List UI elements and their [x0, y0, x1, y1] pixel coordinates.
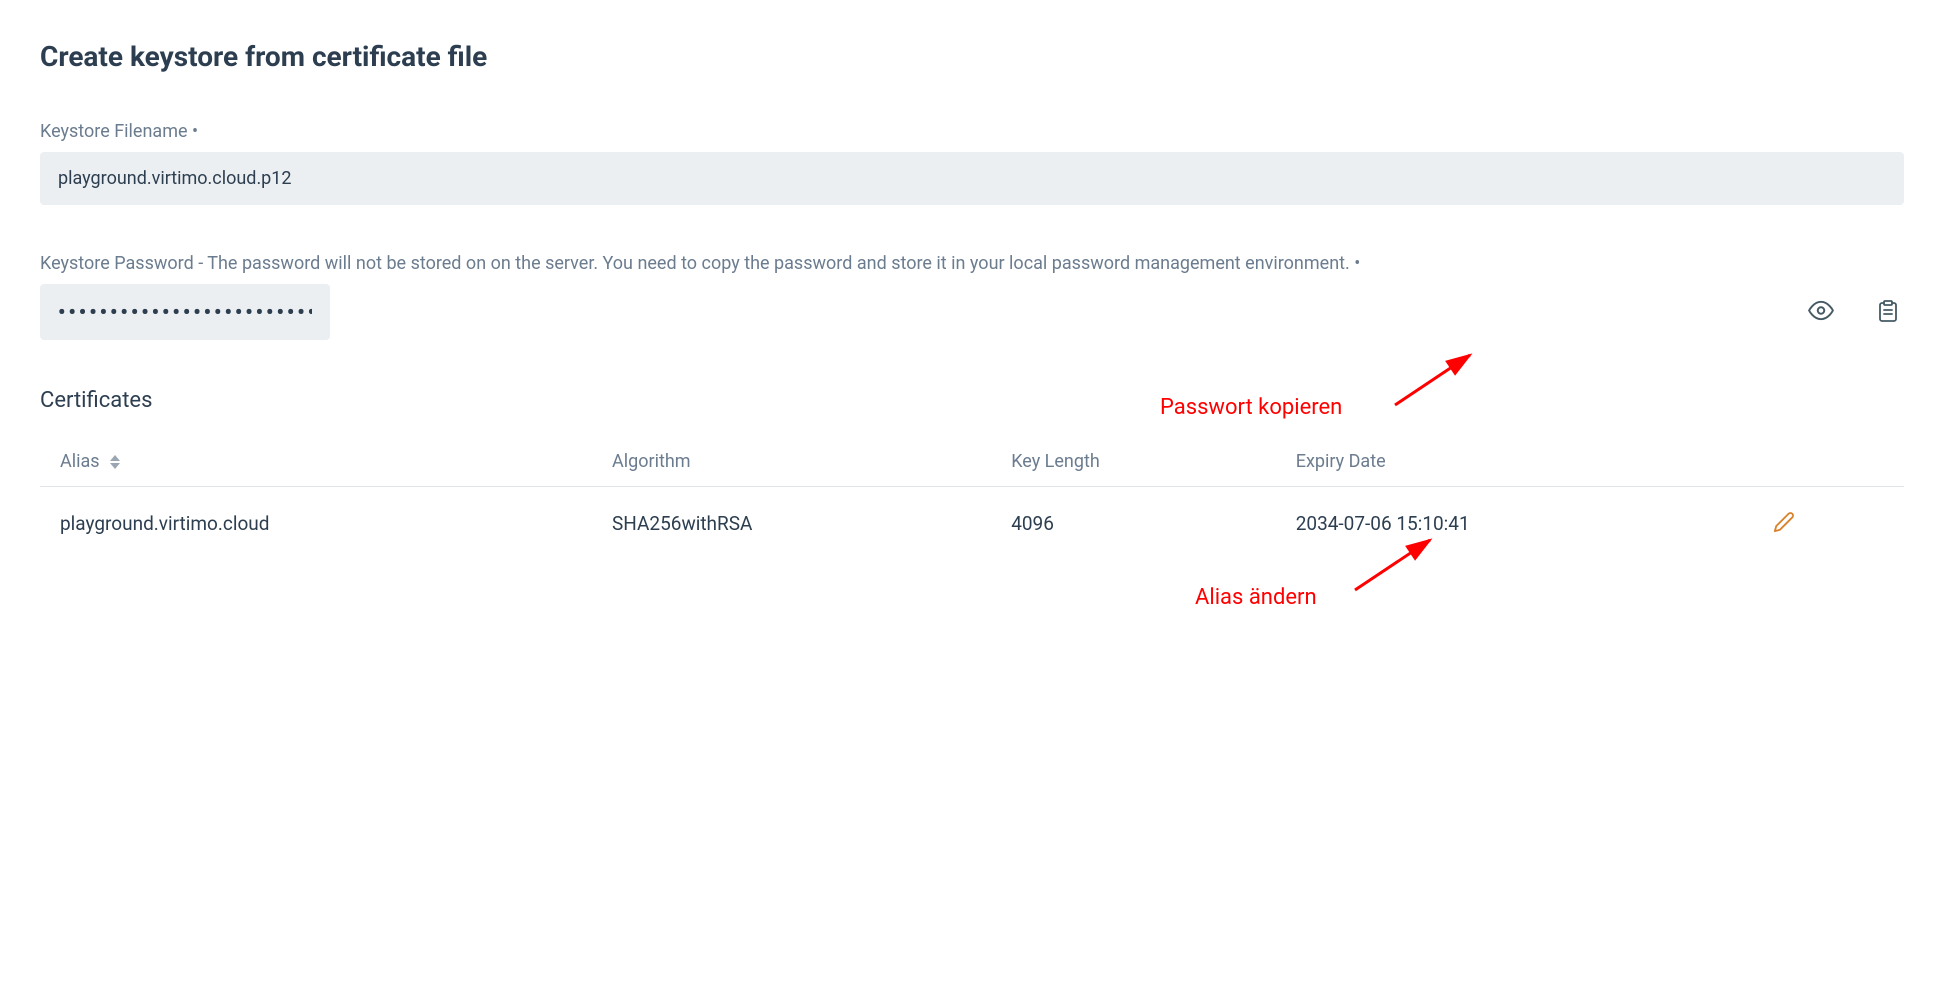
sort-icon — [110, 455, 120, 469]
column-header-actions — [1749, 437, 1904, 487]
password-label: Keystore Password - The password will no… — [40, 253, 1904, 274]
certificates-table: Alias Algorithm Key Length Expiry Date p… — [40, 437, 1904, 560]
annotation-edit-alias: Alias ändern — [1195, 585, 1317, 610]
edit-alias-button[interactable] — [1769, 507, 1799, 540]
cell-keylength: 4096 — [991, 487, 1276, 561]
toggle-password-visibility-button[interactable] — [1804, 294, 1838, 331]
column-header-algorithm[interactable]: Algorithm — [592, 437, 991, 487]
certificates-section-title: Certificates — [40, 388, 1904, 413]
password-field-group: Keystore Password - The password will no… — [40, 253, 1904, 340]
filename-field-group: Keystore Filename • — [40, 121, 1904, 205]
eye-icon — [1808, 298, 1834, 327]
password-input[interactable] — [40, 284, 330, 340]
column-header-alias-label: Alias — [60, 451, 100, 472]
page-title: Create keystore from certificate file — [40, 40, 1904, 73]
filename-label: Keystore Filename • — [40, 121, 1904, 142]
column-header-expiry[interactable]: Expiry Date — [1276, 437, 1749, 487]
pencil-icon — [1773, 511, 1795, 536]
copy-password-button[interactable] — [1872, 295, 1904, 330]
filename-input[interactable] — [40, 152, 1904, 205]
column-header-alias[interactable]: Alias — [40, 437, 592, 487]
table-row: playground.virtimo.cloud SHA256withRSA 4… — [40, 487, 1904, 561]
clipboard-icon — [1876, 299, 1900, 326]
column-header-keylength[interactable]: Key Length — [991, 437, 1276, 487]
cell-alias: playground.virtimo.cloud — [40, 487, 592, 561]
cell-expiry: 2034-07-06 15:10:41 — [1276, 487, 1749, 561]
cell-algorithm: SHA256withRSA — [592, 487, 991, 561]
